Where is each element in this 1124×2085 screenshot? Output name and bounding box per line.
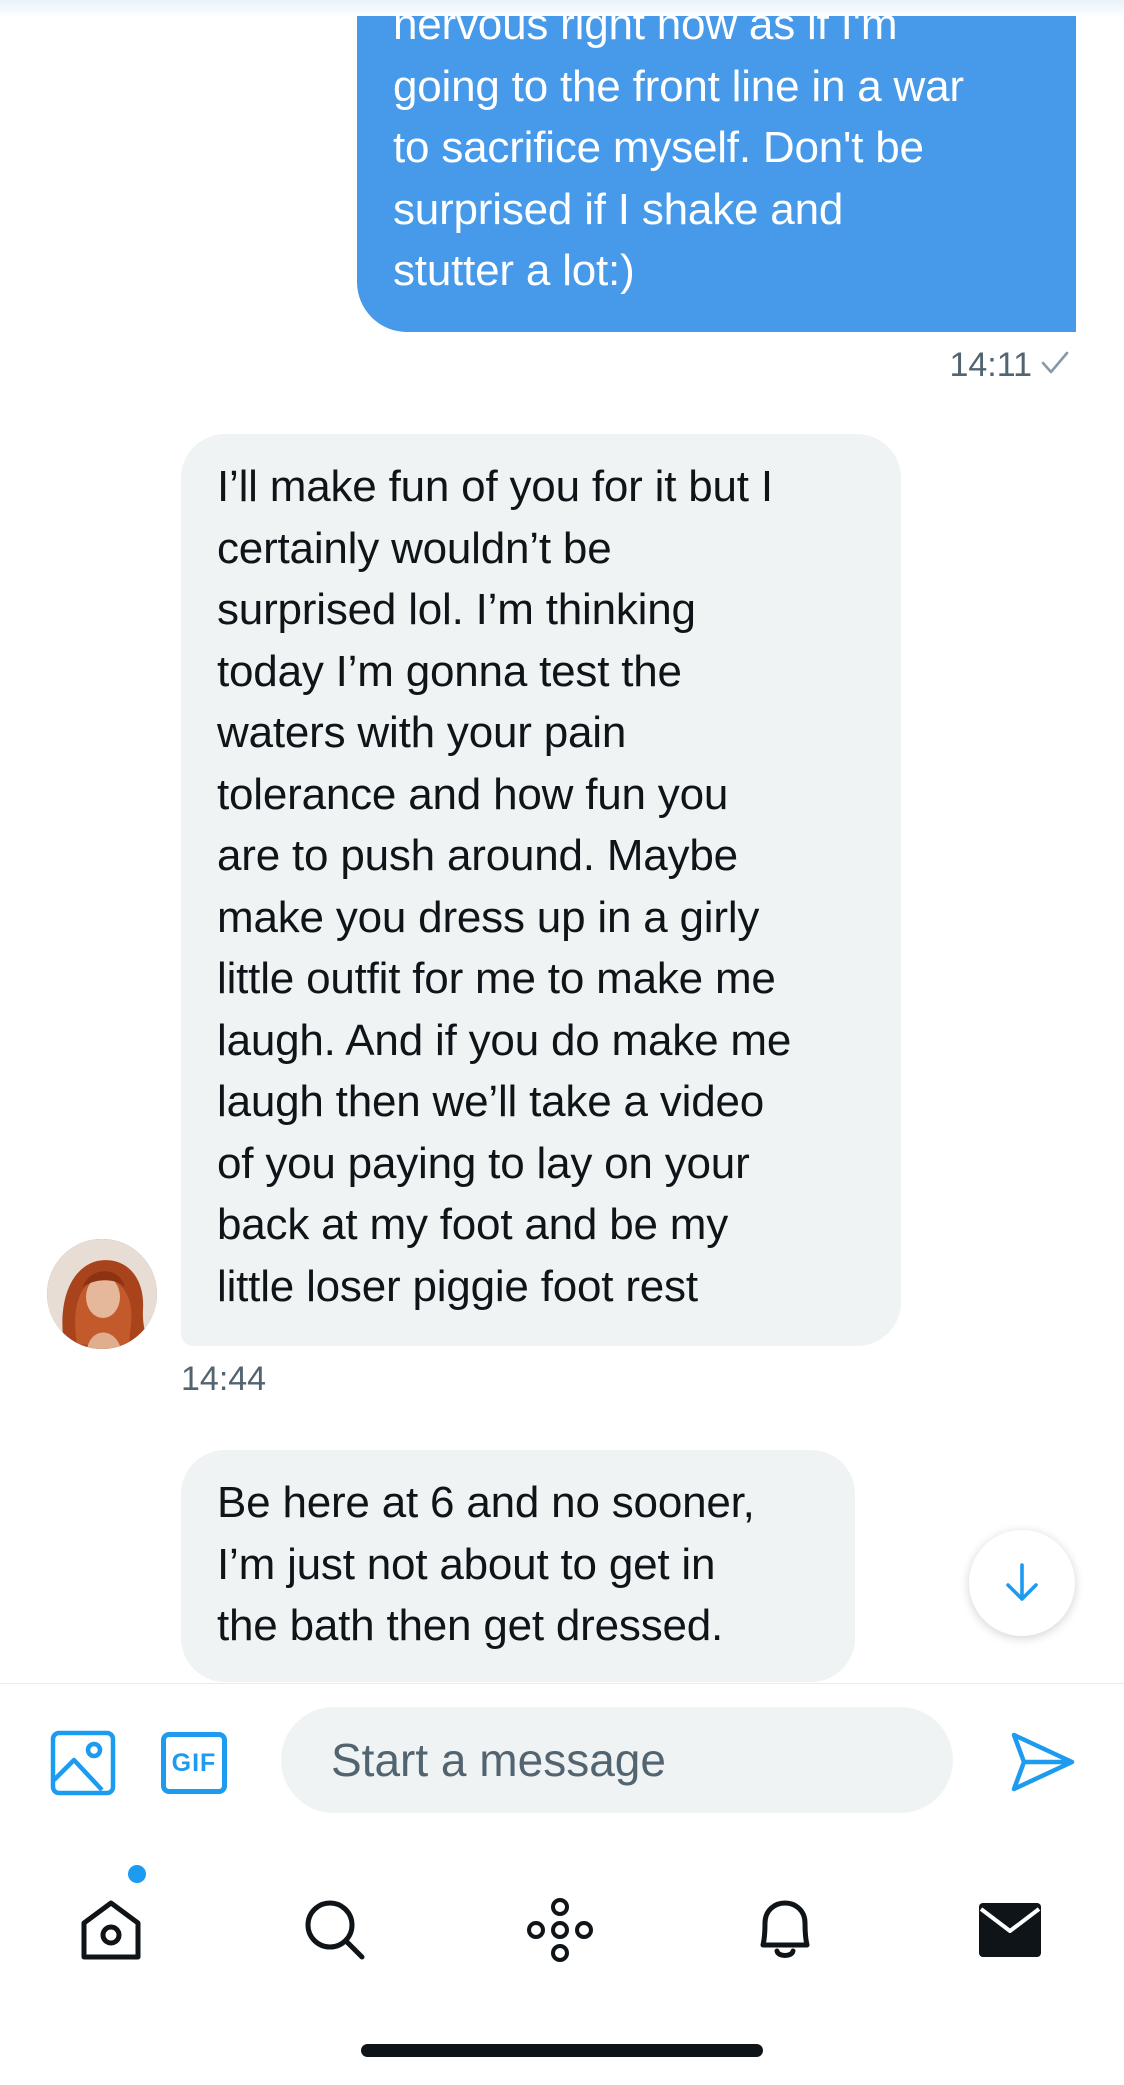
tab-home[interactable] xyxy=(66,1885,156,1975)
message-text: nervous right now as if I'm going to the… xyxy=(393,16,964,295)
outgoing-message-bubble[interactable]: nervous right now as if I'm going to the… xyxy=(357,16,1076,332)
envelope-icon xyxy=(979,1903,1041,1957)
image-icon xyxy=(50,1730,116,1796)
message-text: Be here at 6 and no sooner, I’m just not… xyxy=(217,1478,755,1650)
message-meta: 14:11 xyxy=(949,346,1070,385)
scroll-to-bottom-button[interactable] xyxy=(969,1530,1075,1636)
add-media-button[interactable] xyxy=(50,1730,116,1796)
home-indicator[interactable] xyxy=(361,2044,763,2057)
tab-notifications[interactable] xyxy=(740,1885,830,1975)
red-haired-profile-avatar xyxy=(47,1239,157,1349)
message-text: I’ll make fun of you for it but I certai… xyxy=(217,462,792,1311)
home-icon xyxy=(81,1900,141,1960)
incoming-message-bubble[interactable]: I’ll make fun of you for it but I certai… xyxy=(181,434,901,1346)
tab-search[interactable] xyxy=(290,1885,380,1975)
send-button[interactable] xyxy=(1003,1722,1083,1802)
tab-spaces[interactable] xyxy=(515,1885,605,1975)
add-gif-button[interactable]: GIF xyxy=(160,1730,228,1796)
incoming-message-bubble[interactable]: Be here at 6 and no sooner, I’m just not… xyxy=(181,1450,855,1682)
spaces-icon xyxy=(527,1898,593,1962)
dm-conversation-screen: nervous right now as if I'm going to the… xyxy=(0,0,1124,2085)
bell-icon xyxy=(760,1900,810,1958)
search-icon xyxy=(305,1900,365,1960)
arrow-down-icon xyxy=(1006,1563,1038,1601)
message-input[interactable] xyxy=(281,1707,953,1813)
tab-messages[interactable] xyxy=(965,1885,1055,1975)
send-icon xyxy=(1011,1732,1075,1792)
gif-icon: GIF xyxy=(161,1732,227,1794)
unread-indicator-dot xyxy=(128,1865,146,1883)
message-composer: GIF xyxy=(0,1683,1124,1849)
message-timestamp: 14:44 xyxy=(181,1360,267,1398)
message-timestamp: 14:11 xyxy=(949,346,1032,384)
checkmark-icon xyxy=(1040,346,1070,385)
sender-avatar[interactable] xyxy=(47,1239,157,1349)
